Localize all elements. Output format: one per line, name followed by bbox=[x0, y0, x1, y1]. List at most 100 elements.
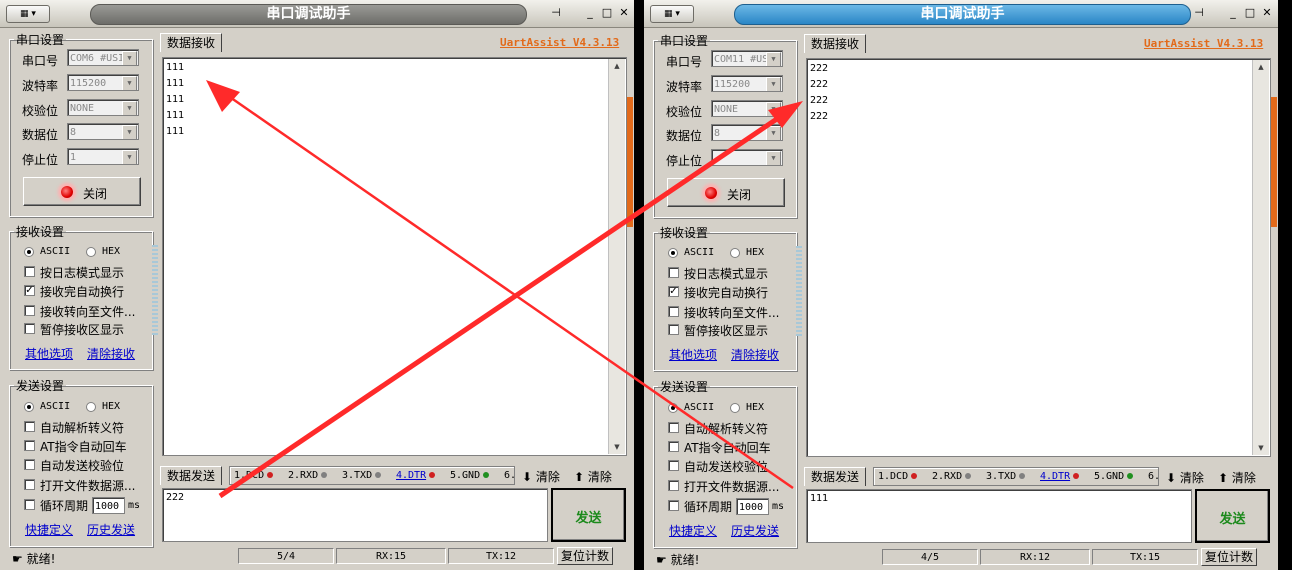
port-select[interactable]: COM11 #US ▼ bbox=[711, 50, 783, 67]
pin-dtr[interactable]: 4.DTR bbox=[396, 469, 436, 483]
clear-receive-link[interactable]: 清除接收 bbox=[87, 345, 135, 362]
port-select[interactable]: COM6 #USI ▼ bbox=[67, 49, 139, 66]
clear-send-button[interactable]: ⬇ 清除 bbox=[1166, 469, 1204, 486]
chevron-down-icon[interactable]: ▼ bbox=[122, 125, 137, 139]
loop-period-input[interactable]: 1000 bbox=[92, 497, 125, 514]
recv-option-checkbox[interactable] bbox=[668, 306, 679, 317]
other-options-link[interactable]: 其他选项 bbox=[25, 345, 73, 362]
chevron-down-icon[interactable]: ▼ bbox=[122, 150, 137, 164]
recv-ascii-radio[interactable] bbox=[668, 248, 678, 258]
recv-option-checkbox[interactable] bbox=[24, 305, 35, 316]
pin-rxd: 2.RXD bbox=[288, 469, 328, 483]
reset-count-button[interactable]: 复位计数 bbox=[557, 547, 613, 565]
send-history-link[interactable]: 历史发送 bbox=[731, 522, 779, 539]
pin-dtr[interactable]: 4.DTR bbox=[1040, 470, 1080, 484]
clear-recv-button[interactable]: ⬆ 清除 bbox=[1218, 469, 1256, 486]
recv-option-checkbox[interactable]: ✓ bbox=[24, 285, 35, 296]
send-option-checkbox[interactable] bbox=[24, 459, 35, 470]
clear-recv-button[interactable]: ⬆ 清除 bbox=[574, 468, 612, 485]
recv-option-checkbox[interactable] bbox=[24, 266, 35, 277]
send-input[interactable]: 222 bbox=[162, 488, 548, 542]
chevron-down-icon[interactable]: ▼ bbox=[766, 151, 781, 165]
send-button[interactable]: 发送 bbox=[551, 488, 626, 542]
shortcut-define-link[interactable]: 快捷定义 bbox=[669, 522, 717, 539]
shortcut-define-link[interactable]: 快捷定义 bbox=[25, 521, 73, 538]
close-port-button[interactable]: 关闭 bbox=[23, 177, 141, 206]
loop-checkbox[interactable] bbox=[668, 500, 679, 511]
pin-icon[interactable]: ⊣ bbox=[1191, 6, 1207, 20]
close-icon[interactable]: ✕ bbox=[1259, 6, 1275, 20]
clear-receive-link[interactable]: 清除接收 bbox=[731, 346, 779, 363]
chevron-down-icon[interactable]: ▼ bbox=[122, 76, 137, 90]
version-link[interactable]: UartAssist V4.3.13 bbox=[1144, 37, 1263, 50]
recv-option-checkbox[interactable]: ✓ bbox=[668, 286, 679, 297]
tab-send[interactable]: 数据发送 bbox=[160, 466, 222, 485]
clear-send-button[interactable]: ⬇ 清除 bbox=[522, 468, 560, 485]
title-bar[interactable]: ▦ ▾ 串口调试助手 ⊣ _ □ ✕ bbox=[644, 0, 1278, 28]
scroll-down-icon[interactable]: ▼ bbox=[1253, 441, 1269, 455]
send-history-link[interactable]: 历史发送 bbox=[87, 521, 135, 538]
receive-area[interactable]: 111 111 111 111 111 ▲ ▼ bbox=[162, 57, 627, 456]
close-port-button[interactable]: 关闭 bbox=[667, 178, 785, 207]
tab-send[interactable]: 数据发送 bbox=[804, 467, 866, 486]
recv-option-checkbox[interactable] bbox=[24, 323, 35, 334]
send-hex-radio[interactable] bbox=[86, 402, 96, 412]
databits-label: 数据位 bbox=[22, 128, 59, 142]
scroll-up-icon[interactable]: ▲ bbox=[1253, 60, 1269, 74]
stopbits-select[interactable]: 1 ▼ bbox=[67, 148, 139, 165]
receive-scrollbar[interactable]: ▲ ▼ bbox=[1252, 60, 1269, 455]
system-menu-icon[interactable]: ▦ ▾ bbox=[6, 5, 50, 23]
send-ascii-radio[interactable] bbox=[24, 402, 34, 412]
chevron-down-icon[interactable]: ▼ bbox=[766, 126, 781, 140]
recv-option-checkbox[interactable] bbox=[668, 267, 679, 278]
send-option-checkbox[interactable] bbox=[24, 421, 35, 432]
recv-ascii-radio[interactable] bbox=[24, 247, 34, 257]
baud-select[interactable]: 115200 ▼ bbox=[711, 75, 783, 92]
chevron-down-icon[interactable]: ▼ bbox=[122, 51, 137, 65]
pin-icon[interactable]: ⊣ bbox=[548, 6, 564, 20]
recv-option-checkbox[interactable] bbox=[668, 324, 679, 335]
panel-splitter[interactable] bbox=[796, 246, 802, 336]
minimize-icon[interactable]: _ bbox=[582, 6, 598, 20]
title-bar[interactable]: ▦ ▾ 串口调试助手 ⊣ _ □ ✕ bbox=[0, 0, 634, 28]
send-option-checkbox[interactable] bbox=[24, 440, 35, 451]
receive-scrollbar[interactable]: ▲ ▼ bbox=[608, 59, 625, 454]
send-hex-radio[interactable] bbox=[730, 403, 740, 413]
close-icon[interactable]: ✕ bbox=[616, 6, 632, 20]
send-option-checkbox[interactable] bbox=[668, 441, 679, 452]
panel-splitter[interactable] bbox=[152, 245, 158, 335]
recv-hex-radio[interactable] bbox=[730, 248, 740, 258]
minimize-icon[interactable]: _ bbox=[1225, 6, 1241, 20]
system-menu-icon[interactable]: ▦ ▾ bbox=[650, 5, 694, 23]
recv-hex-radio[interactable] bbox=[86, 247, 96, 257]
send-button[interactable]: 发送 bbox=[1195, 489, 1270, 543]
send-option-checkbox[interactable] bbox=[24, 479, 35, 490]
send-ascii-radio[interactable] bbox=[668, 403, 678, 413]
parity-select[interactable]: NONE ▼ bbox=[711, 100, 783, 117]
send-option-checkbox[interactable] bbox=[668, 460, 679, 471]
databits-select[interactable]: 8 ▼ bbox=[711, 124, 783, 141]
chevron-down-icon[interactable]: ▼ bbox=[766, 102, 781, 116]
tab-receive[interactable]: 数据接收 bbox=[160, 33, 222, 52]
receive-area[interactable]: 222 222 222 222 ▲ ▼ bbox=[806, 58, 1271, 457]
databits-select[interactable]: 8 ▼ bbox=[67, 123, 139, 140]
stopbits-select[interactable]: ▼ bbox=[711, 149, 783, 166]
send-option-checkbox[interactable] bbox=[668, 480, 679, 491]
send-input[interactable]: 111 bbox=[806, 489, 1192, 543]
chevron-down-icon[interactable]: ▼ bbox=[766, 77, 781, 91]
maximize-icon[interactable]: □ bbox=[1242, 6, 1258, 20]
scroll-up-icon[interactable]: ▲ bbox=[609, 59, 625, 73]
tab-receive[interactable]: 数据接收 bbox=[804, 34, 866, 53]
chevron-down-icon[interactable]: ▼ bbox=[122, 101, 137, 115]
other-options-link[interactable]: 其他选项 bbox=[669, 346, 717, 363]
chevron-down-icon[interactable]: ▼ bbox=[766, 52, 781, 66]
loop-period-input[interactable]: 1000 bbox=[736, 498, 769, 515]
maximize-icon[interactable]: □ bbox=[599, 6, 615, 20]
reset-count-button[interactable]: 复位计数 bbox=[1201, 548, 1257, 566]
send-option-checkbox[interactable] bbox=[668, 422, 679, 433]
version-link[interactable]: UartAssist V4.3.13 bbox=[500, 36, 619, 49]
scroll-down-icon[interactable]: ▼ bbox=[609, 440, 625, 454]
loop-checkbox[interactable] bbox=[24, 499, 35, 510]
baud-select[interactable]: 115200 ▼ bbox=[67, 74, 139, 91]
parity-select[interactable]: NONE ▼ bbox=[67, 99, 139, 116]
